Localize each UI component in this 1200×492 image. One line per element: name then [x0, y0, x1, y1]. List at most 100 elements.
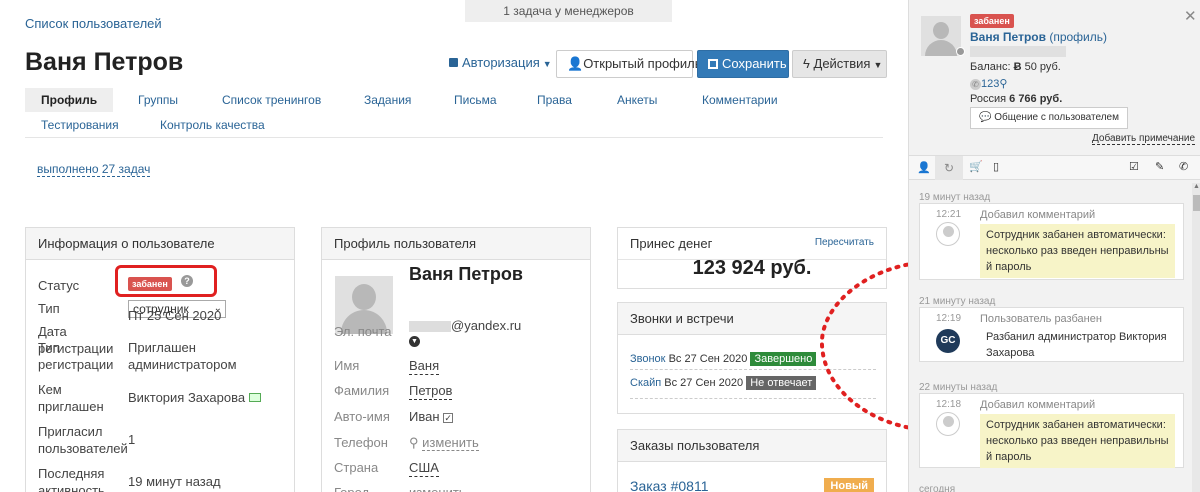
open-profile-button[interactable]: 👤Открытый профиль — [556, 50, 702, 78]
call-date: Вс 27 Сен 2020 — [664, 377, 744, 389]
tab-row-2: Тестирования Контроль качества — [25, 113, 883, 137]
add-note-link[interactable]: Добавить примечание — [1092, 133, 1196, 145]
invited-users-link[interactable]: 1 — [128, 431, 135, 448]
tab-divider — [25, 137, 883, 138]
type-label: Тип — [38, 301, 60, 316]
tab-letters[interactable]: Письма — [454, 88, 497, 112]
user-icon[interactable]: 👤 — [917, 161, 931, 174]
annotation-dotted-path — [819, 262, 908, 430]
actions-button[interactable]: ϟ Действия ▼ — [792, 50, 887, 78]
reg-type-label-2: регистрации — [38, 357, 114, 372]
avatar — [936, 222, 960, 246]
scroll-thumb[interactable] — [1193, 195, 1200, 211]
first-name-value[interactable]: Ваня — [409, 357, 440, 375]
close-icon[interactable]: ✕ — [1184, 7, 1197, 25]
msg-line: несколько раз введен неправильны — [986, 435, 1169, 447]
card-message: Разбанил администратор Виктория Захарова — [980, 326, 1173, 364]
tab-trainings[interactable]: Список тренингов — [222, 88, 321, 112]
feed-card: 12:21 Добавил комментарий Сотрудник заба… — [919, 203, 1184, 280]
msg-line: Захарова — [986, 347, 1035, 359]
msg-line: Сотрудник забанен автоматически: — [986, 229, 1166, 241]
last-name-value[interactable]: Петров — [409, 382, 453, 400]
phone-value[interactable]: ⚲ изменить — [409, 434, 479, 451]
msg-line: й пароль — [986, 261, 1032, 273]
phone-icon[interactable]: ✆ — [1179, 160, 1188, 173]
online-status-dot — [956, 47, 965, 56]
auth-dropdown[interactable]: Авторизация ▼ — [449, 55, 552, 70]
email-label: Эл. почта — [334, 324, 392, 339]
tab-quality-control[interactable]: Контроль качества — [160, 113, 265, 137]
reg-type-label: Тип регистрации — [38, 339, 113, 373]
autoname-value: Иван ✓ — [409, 408, 454, 425]
call-row-2[interactable]: Скайп Вс 27 Сен 2020 Не отвечает — [630, 375, 817, 391]
phone-line[interactable]: ✆ 123⚲ — [970, 77, 1007, 90]
scroll-up-icon[interactable]: ▲ — [1193, 183, 1200, 190]
page-title: Ваня Петров — [25, 48, 184, 76]
tab-profile[interactable]: Профиль — [25, 88, 114, 112]
call-date: Вс 27 Сен 2020 — [668, 353, 748, 365]
card-message: Сотрудник забанен автоматически: нескольк… — [980, 224, 1175, 278]
invited-users-label: Пригласил пользователей — [38, 423, 128, 457]
question-icon[interactable]: ? — [181, 275, 193, 287]
tab-row-1: Профиль Группы Список тренингов Задания … — [25, 88, 883, 112]
feed-card: 12:18 Добавил комментарий Сотрудник заба… — [919, 393, 1184, 468]
order-status-badge: Новый — [824, 478, 874, 492]
invited-users-label-2: пользователей — [38, 441, 128, 456]
autoname-checkbox[interactable]: ✓ — [443, 412, 454, 423]
search-icon: ⚲ — [409, 435, 419, 450]
lightning-icon: ϟ — [803, 56, 810, 71]
profile-name: Ваня Петров — [409, 264, 523, 284]
feed-time: 21 минуту назад — [919, 296, 996, 307]
sidebar-country: Россия — [970, 93, 1007, 105]
tab-comments[interactable]: Комментарии — [702, 88, 778, 112]
checkbox-icon[interactable]: ☑ — [1129, 160, 1139, 173]
country-line: Россия 6 766 руб. — [970, 93, 1062, 105]
chat-with-user-button[interactable]: 💬 Общение с пользователем — [970, 107, 1128, 129]
manager-task-notice[interactable]: 1 задача у менеджеров — [465, 0, 672, 22]
card-title: Добавил комментарий — [980, 209, 1096, 221]
invited-by-label-2: приглашен — [38, 399, 104, 414]
chat-button-label: Общение с пользователем — [994, 112, 1119, 123]
lock-icon — [449, 58, 458, 67]
sidebar-scrollbar[interactable]: ▲ — [1192, 183, 1200, 492]
msg-line: Сотрудник забанен автоматически: — [986, 419, 1166, 431]
breadcrumb[interactable]: Список пользователей — [25, 16, 162, 31]
city-value[interactable]: изменить — [409, 484, 466, 492]
auth-label: Авторизация — [462, 55, 540, 70]
sidebar-profile-link[interactable]: (профиль) — [1049, 30, 1107, 44]
profile-panel: Профиль пользователя Ваня Петров Эл. поч… — [321, 227, 591, 492]
save-label: Сохранить — [722, 56, 787, 71]
order-link[interactable]: Заказ #0811 — [630, 478, 709, 492]
card-title: Пользователь разбанен — [980, 313, 1102, 325]
tab-rights[interactable]: Права — [537, 88, 572, 112]
call-row-1[interactable]: Звонок Вс 27 Сен 2020 Завершено — [630, 351, 817, 367]
tasks-done-link[interactable]: выполнено 27 задач — [37, 162, 151, 177]
call-type-link[interactable]: Звонок — [630, 353, 666, 365]
cart-icon[interactable]: 🛒 — [969, 160, 983, 173]
last-activity-link[interactable]: 19 минут назад — [128, 473, 221, 490]
avatar — [936, 412, 960, 436]
msg-line: несколько раз введен неправильны — [986, 245, 1169, 257]
email-redacted — [409, 321, 451, 333]
card-time: 12:18 — [936, 399, 962, 410]
user-info-title: Информация о пользователе — [26, 228, 294, 260]
first-name-label: Имя — [334, 358, 360, 373]
history-icon[interactable]: ↻ — [935, 156, 963, 180]
email-expand-icon[interactable]: ▼ — [409, 336, 420, 347]
feed-time: сегодня — [919, 484, 956, 492]
card-message: Сотрудник забанен автоматически: нескольк… — [980, 414, 1175, 468]
call-type-link[interactable]: Скайп — [630, 377, 661, 389]
reg-type-value-2: администратором — [128, 357, 237, 372]
sidebar-avatar[interactable] — [921, 16, 961, 56]
balance-label: Баланс: — [970, 61, 1011, 73]
tab-tasks[interactable]: Задания — [364, 88, 411, 112]
country-value[interactable]: США — [409, 459, 439, 477]
save-button[interactable]: Сохранить — [697, 50, 789, 78]
tab-forms[interactable]: Анкеты — [617, 88, 657, 112]
tab-groups[interactable]: Группы — [138, 88, 178, 112]
tab-tests[interactable]: Тестирования — [41, 113, 119, 137]
sidebar-user-name[interactable]: Ваня Петров — [970, 30, 1046, 44]
pencil-icon[interactable]: ✎ — [1155, 160, 1164, 173]
mobile-icon[interactable]: ▯ — [993, 160, 999, 173]
currency-icon: Ƀ — [1013, 61, 1022, 73]
